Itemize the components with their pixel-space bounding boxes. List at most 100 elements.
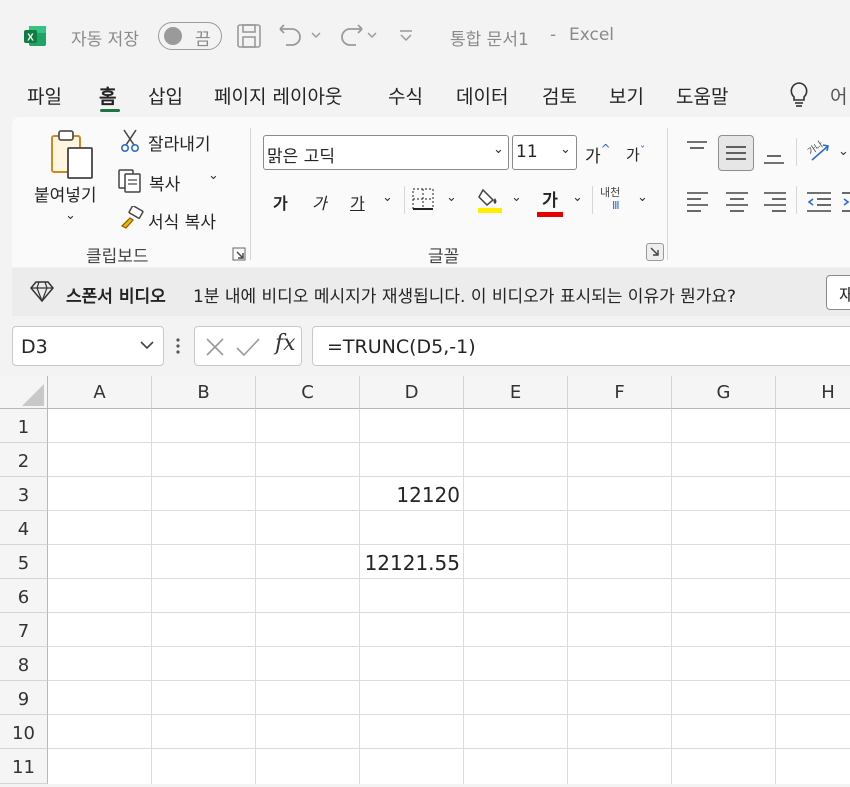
formula-actions: fx	[194, 326, 302, 366]
underline-chevron-icon[interactable]: ⌄	[382, 190, 393, 205]
copy-button[interactable]: 복사	[149, 170, 180, 195]
gridline	[48, 544, 850, 545]
gridline	[48, 510, 850, 511]
row-header-11[interactable]: 11	[0, 749, 48, 784]
undo-icon[interactable]	[278, 23, 322, 53]
copy-dropdown-chevron-icon[interactable]: ⌄	[208, 168, 219, 183]
name-box[interactable]: D3	[12, 326, 164, 366]
insert-function-button[interactable]: fx	[275, 331, 296, 356]
tab-data[interactable]: 데이터	[456, 82, 508, 109]
row-header-9[interactable]: 9	[0, 681, 48, 715]
borders-chevron-icon[interactable]: ⌄	[446, 190, 457, 205]
align-bottom-icon[interactable]	[763, 146, 785, 170]
column-header-c[interactable]: C	[256, 376, 360, 409]
column-header-h[interactable]: H	[776, 376, 850, 409]
phonetic-guide-button[interactable]: 내천 Ⅲ	[600, 186, 620, 212]
shrink-font-button[interactable]: 가ˇ	[626, 144, 645, 165]
column-header-a[interactable]: A	[48, 376, 152, 409]
redo-icon[interactable]	[336, 23, 380, 53]
orientation-icon[interactable]: 가나	[806, 139, 834, 168]
gridline	[463, 409, 464, 784]
phonetic-chevron-icon[interactable]: ⌄	[637, 190, 648, 205]
name-box-chevron-icon[interactable]	[139, 337, 155, 356]
save-icon[interactable]	[236, 23, 262, 53]
paste-button[interactable]: 붙여넣기	[34, 181, 97, 206]
decrease-indent-icon[interactable]	[806, 190, 832, 216]
row-header-10[interactable]: 10	[0, 715, 48, 749]
worksheet-grid[interactable]	[0, 376, 850, 784]
tab-page-layout[interactable]: 페이지 레이아웃	[214, 82, 342, 109]
font-color-swatch	[537, 212, 563, 217]
cell-d5[interactable]: 12121.55	[360, 551, 460, 575]
gridline	[48, 476, 850, 477]
tab-file[interactable]: 파일	[27, 82, 62, 109]
align-center-icon[interactable]	[725, 190, 749, 216]
grow-font-button[interactable]: 가^	[585, 142, 611, 167]
format-painter-icon[interactable]	[118, 205, 144, 234]
column-header-f[interactable]: F	[568, 376, 672, 409]
orientation-chevron-icon[interactable]: ⌄	[838, 144, 849, 159]
row-header-3[interactable]: 3	[0, 477, 48, 511]
align-left-icon[interactable]	[686, 190, 710, 216]
group-separator	[250, 128, 251, 260]
font-color-chevron-icon[interactable]: ⌄	[572, 190, 583, 205]
borders-icon[interactable]	[411, 187, 435, 215]
align-separator	[796, 138, 797, 166]
row-header-2[interactable]: 2	[0, 443, 48, 477]
paste-icon[interactable]	[48, 128, 96, 184]
group-separator-2	[667, 128, 668, 260]
font-color-button[interactable]: 가	[537, 186, 563, 217]
italic-button[interactable]: 가	[312, 190, 327, 214]
fill-color-icon[interactable]	[477, 186, 503, 218]
customize-quick-access-icon[interactable]	[398, 28, 414, 48]
align-middle-button[interactable]	[718, 135, 754, 171]
underline-button[interactable]: 가	[350, 190, 365, 214]
row-header-1[interactable]: 1	[0, 409, 48, 443]
bold-button[interactable]: 가	[273, 190, 288, 214]
gridline	[48, 748, 850, 749]
format-painter-button[interactable]: 서식 복사	[148, 208, 216, 233]
font-launcher-icon[interactable]	[646, 243, 664, 261]
row-header-4[interactable]: 4	[0, 511, 48, 545]
formula-input[interactable]: =TRUNC(D5,-1)	[312, 326, 850, 366]
row-header-6[interactable]: 6	[0, 579, 48, 613]
tab-home[interactable]: 홈	[99, 82, 116, 109]
shrink-arrow-icon: ˇ	[639, 144, 646, 157]
font-size-value: 11	[516, 142, 538, 162]
row-header-8[interactable]: 8	[0, 647, 48, 681]
tab-insert[interactable]: 삽입	[148, 82, 183, 109]
gridline	[48, 442, 850, 443]
tab-view[interactable]: 보기	[609, 82, 644, 109]
autosave-toggle[interactable]: 끔	[158, 22, 222, 50]
align-right-icon[interactable]	[763, 190, 787, 216]
lightbulb-icon[interactable]	[788, 81, 810, 111]
column-header-g[interactable]: G	[672, 376, 776, 409]
enter-check-icon[interactable]	[235, 336, 261, 362]
row-header-7[interactable]: 7	[0, 613, 48, 647]
tab-review[interactable]: 검토	[542, 82, 577, 109]
tab-help[interactable]: 도움말	[676, 82, 728, 109]
copy-icon[interactable]	[117, 168, 143, 198]
tab-formulas[interactable]: 수식	[388, 82, 423, 109]
column-header-d[interactable]: D	[360, 376, 464, 409]
paste-dropdown-chevron-icon[interactable]: ⌄	[65, 208, 76, 223]
font-size-select[interactable]: 11 ⌄	[512, 135, 577, 170]
cancel-icon[interactable]	[204, 336, 226, 362]
scissors-icon[interactable]	[120, 129, 140, 157]
sponsor-action-button[interactable]: 재	[826, 275, 850, 310]
app-name: Excel	[569, 25, 615, 45]
font-name-select[interactable]: 맑은 고딕 ⌄	[263, 135, 509, 170]
fill-color-chevron-icon[interactable]: ⌄	[511, 190, 522, 205]
row-header-5[interactable]: 5	[0, 545, 48, 579]
clipboard-launcher-icon[interactable]	[232, 246, 246, 265]
tell-me-search[interactable]: 어	[830, 82, 847, 109]
align-top-icon[interactable]	[686, 140, 708, 164]
column-header-e[interactable]: E	[464, 376, 568, 409]
increase-indent-icon[interactable]	[842, 190, 850, 216]
select-all-corner[interactable]	[0, 376, 48, 409]
more-options-icon[interactable]	[175, 336, 181, 360]
cell-d3[interactable]: 12120	[360, 483, 460, 507]
column-header-b[interactable]: B	[152, 376, 256, 409]
cut-button[interactable]: 잘라내기	[148, 130, 211, 155]
gridline	[48, 612, 850, 613]
